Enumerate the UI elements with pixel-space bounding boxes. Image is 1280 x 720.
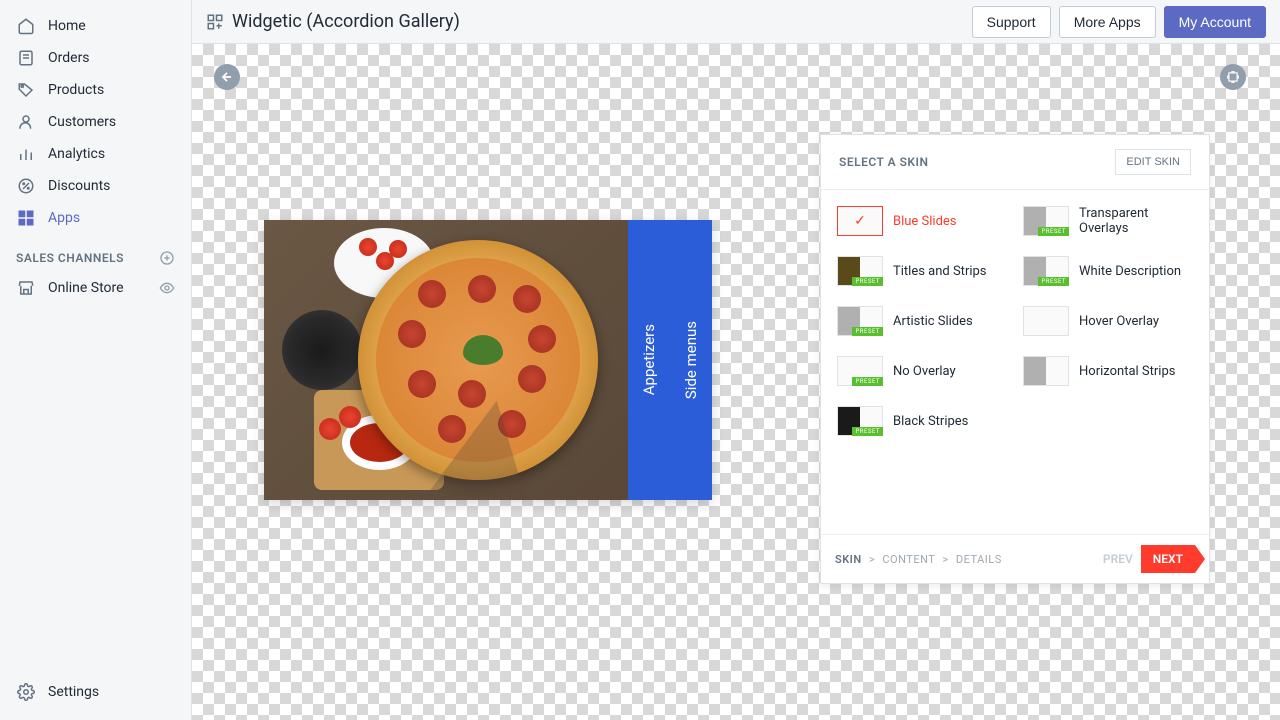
- skin-thumb: PRESET: [837, 306, 883, 336]
- edit-skin-button[interactable]: EDIT SKIN: [1115, 149, 1191, 175]
- skin-label: Black Stripes: [893, 414, 968, 429]
- sidebar-item-discounts[interactable]: Discounts: [0, 170, 191, 202]
- sidebar-item-online-store[interactable]: Online Store: [0, 272, 191, 304]
- skin-thumb: PRESET: [1023, 206, 1069, 236]
- main: Widgetic (Accordion Gallery) Support Mor…: [192, 0, 1280, 720]
- nav-label: Products: [48, 82, 104, 98]
- apps-icon: [206, 13, 224, 31]
- skin-label: White Description: [1079, 264, 1181, 279]
- nav-label: Analytics: [48, 146, 105, 162]
- back-button[interactable]: [214, 64, 240, 90]
- my-account-button[interactable]: My Account: [1164, 6, 1266, 38]
- accordion-main-slide[interactable]: [264, 220, 628, 500]
- nav-list: Home Orders Products Customers: [0, 10, 191, 234]
- layout-button[interactable]: [1220, 64, 1246, 90]
- skin-label: Hover Overlay: [1079, 314, 1159, 329]
- skin-thumb: ✓: [837, 206, 883, 236]
- crumb-skin[interactable]: SKIN: [835, 553, 862, 566]
- sidebar-item-home[interactable]: Home: [0, 10, 191, 42]
- breadcrumb: SKIN > CONTENT > DETAILS: [835, 553, 1002, 566]
- nav-label: Orders: [48, 50, 90, 66]
- slide-label: Appetizers: [640, 314, 658, 405]
- skin-thumb: PRESET: [1023, 256, 1069, 286]
- sidebar-item-products[interactable]: Products: [0, 74, 191, 106]
- skin-label: Horizontal Strips: [1079, 364, 1175, 379]
- tag-icon: [16, 80, 36, 100]
- prev-button: PREV: [1103, 552, 1133, 566]
- nav-label: Apps: [48, 210, 80, 226]
- skin-grid: ✓Blue SlidesPRESETTransparent OverlaysPR…: [837, 206, 1193, 436]
- skin-option[interactable]: Hover Overlay: [1023, 306, 1193, 336]
- skin-option[interactable]: PRESET No Overlay: [837, 356, 1007, 386]
- canvas: Appetizers Side menus SELECT A SKIN EDIT…: [192, 44, 1280, 720]
- accordion-slide-appetizers[interactable]: Appetizers: [628, 220, 670, 500]
- skin-option[interactable]: PRESET Titles and Strips: [837, 256, 1007, 286]
- skin-thumb: [1023, 306, 1069, 336]
- apps-icon: [16, 208, 36, 228]
- crumb-details[interactable]: DETAILS: [956, 553, 1002, 566]
- sidebar-item-settings[interactable]: Settings: [0, 676, 191, 708]
- skin-label: Artistic Slides: [893, 314, 973, 329]
- nav-label: Discounts: [48, 178, 110, 194]
- crumb-content[interactable]: CONTENT: [882, 553, 935, 566]
- discount-icon: [16, 176, 36, 196]
- top-actions: Support More Apps My Account: [972, 6, 1266, 38]
- sidebar-item-apps[interactable]: Apps: [0, 202, 191, 234]
- more-apps-button[interactable]: More Apps: [1059, 6, 1156, 38]
- skin-thumb: PRESET: [837, 356, 883, 386]
- home-icon: [16, 16, 36, 36]
- store-icon: [16, 278, 36, 298]
- accordion-preview: Appetizers Side menus: [264, 220, 712, 500]
- skin-label: No Overlay: [893, 364, 956, 379]
- nav-label: Settings: [48, 684, 99, 700]
- panel-title: SELECT A SKIN: [839, 155, 928, 169]
- nav-label: Online Store: [48, 280, 124, 296]
- food-image: [264, 220, 628, 500]
- add-channel-icon[interactable]: [159, 250, 175, 266]
- section-title: SALES CHANNELS: [16, 251, 124, 265]
- channels-list: Online Store: [0, 272, 191, 304]
- skin-option[interactable]: PRESET White Description: [1023, 256, 1193, 286]
- sidebar-item-orders[interactable]: Orders: [0, 42, 191, 74]
- skin-panel: SELECT A SKIN EDIT SKIN ✓ Blue Slides PRES…: [820, 134, 1210, 584]
- accordion-slide-side-menus[interactable]: Side menus: [670, 220, 712, 500]
- panel-header: SELECT A SKIN EDIT SKIN: [821, 135, 1209, 190]
- slide-label: Side menus: [682, 311, 700, 409]
- panel-body: ✓Blue SlidesPRESETTransparent OverlaysPR…: [821, 190, 1209, 534]
- sidebar: Home Orders Products Customers: [0, 0, 192, 720]
- section-header: SALES CHANNELS: [0, 234, 191, 272]
- skin-option[interactable]: ✓ Blue Slides: [837, 206, 1007, 236]
- skin-label: Blue Slides: [893, 214, 957, 229]
- customer-icon: [16, 112, 36, 132]
- skin-option[interactable]: PRESET Black Stripes: [837, 406, 1007, 436]
- support-button[interactable]: Support: [972, 6, 1051, 38]
- sidebar-bottom: Settings: [0, 676, 191, 720]
- nav-label: Home: [48, 18, 86, 34]
- next-button[interactable]: NEXT: [1141, 545, 1195, 573]
- sidebar-item-analytics[interactable]: Analytics: [0, 138, 191, 170]
- page-title: Widgetic (Accordion Gallery): [232, 11, 460, 32]
- settings-icon: [16, 682, 36, 702]
- skin-option[interactable]: Horizontal Strips: [1023, 356, 1193, 386]
- skin-thumb: PRESET: [837, 406, 883, 436]
- orders-icon: [16, 48, 36, 68]
- skin-label: Titles and Strips: [893, 264, 987, 279]
- skin-option[interactable]: PRESET Artistic Slides: [837, 306, 1007, 336]
- skin-label: Transparent Overlays: [1079, 206, 1193, 236]
- panel-footer: SKIN > CONTENT > DETAILS PREV NEXT: [821, 534, 1209, 583]
- footer-actions: PREV NEXT: [1103, 545, 1195, 573]
- analytics-icon: [16, 144, 36, 164]
- skin-thumb: PRESET: [837, 256, 883, 286]
- topbar: Widgetic (Accordion Gallery) Support Mor…: [192, 0, 1280, 44]
- skin-thumb: [1023, 356, 1069, 386]
- sidebar-item-customers[interactable]: Customers: [0, 106, 191, 138]
- eye-icon[interactable]: [159, 280, 175, 296]
- skin-option[interactable]: PRESET Transparent Overlays: [1023, 206, 1193, 236]
- nav-label: Customers: [48, 114, 116, 130]
